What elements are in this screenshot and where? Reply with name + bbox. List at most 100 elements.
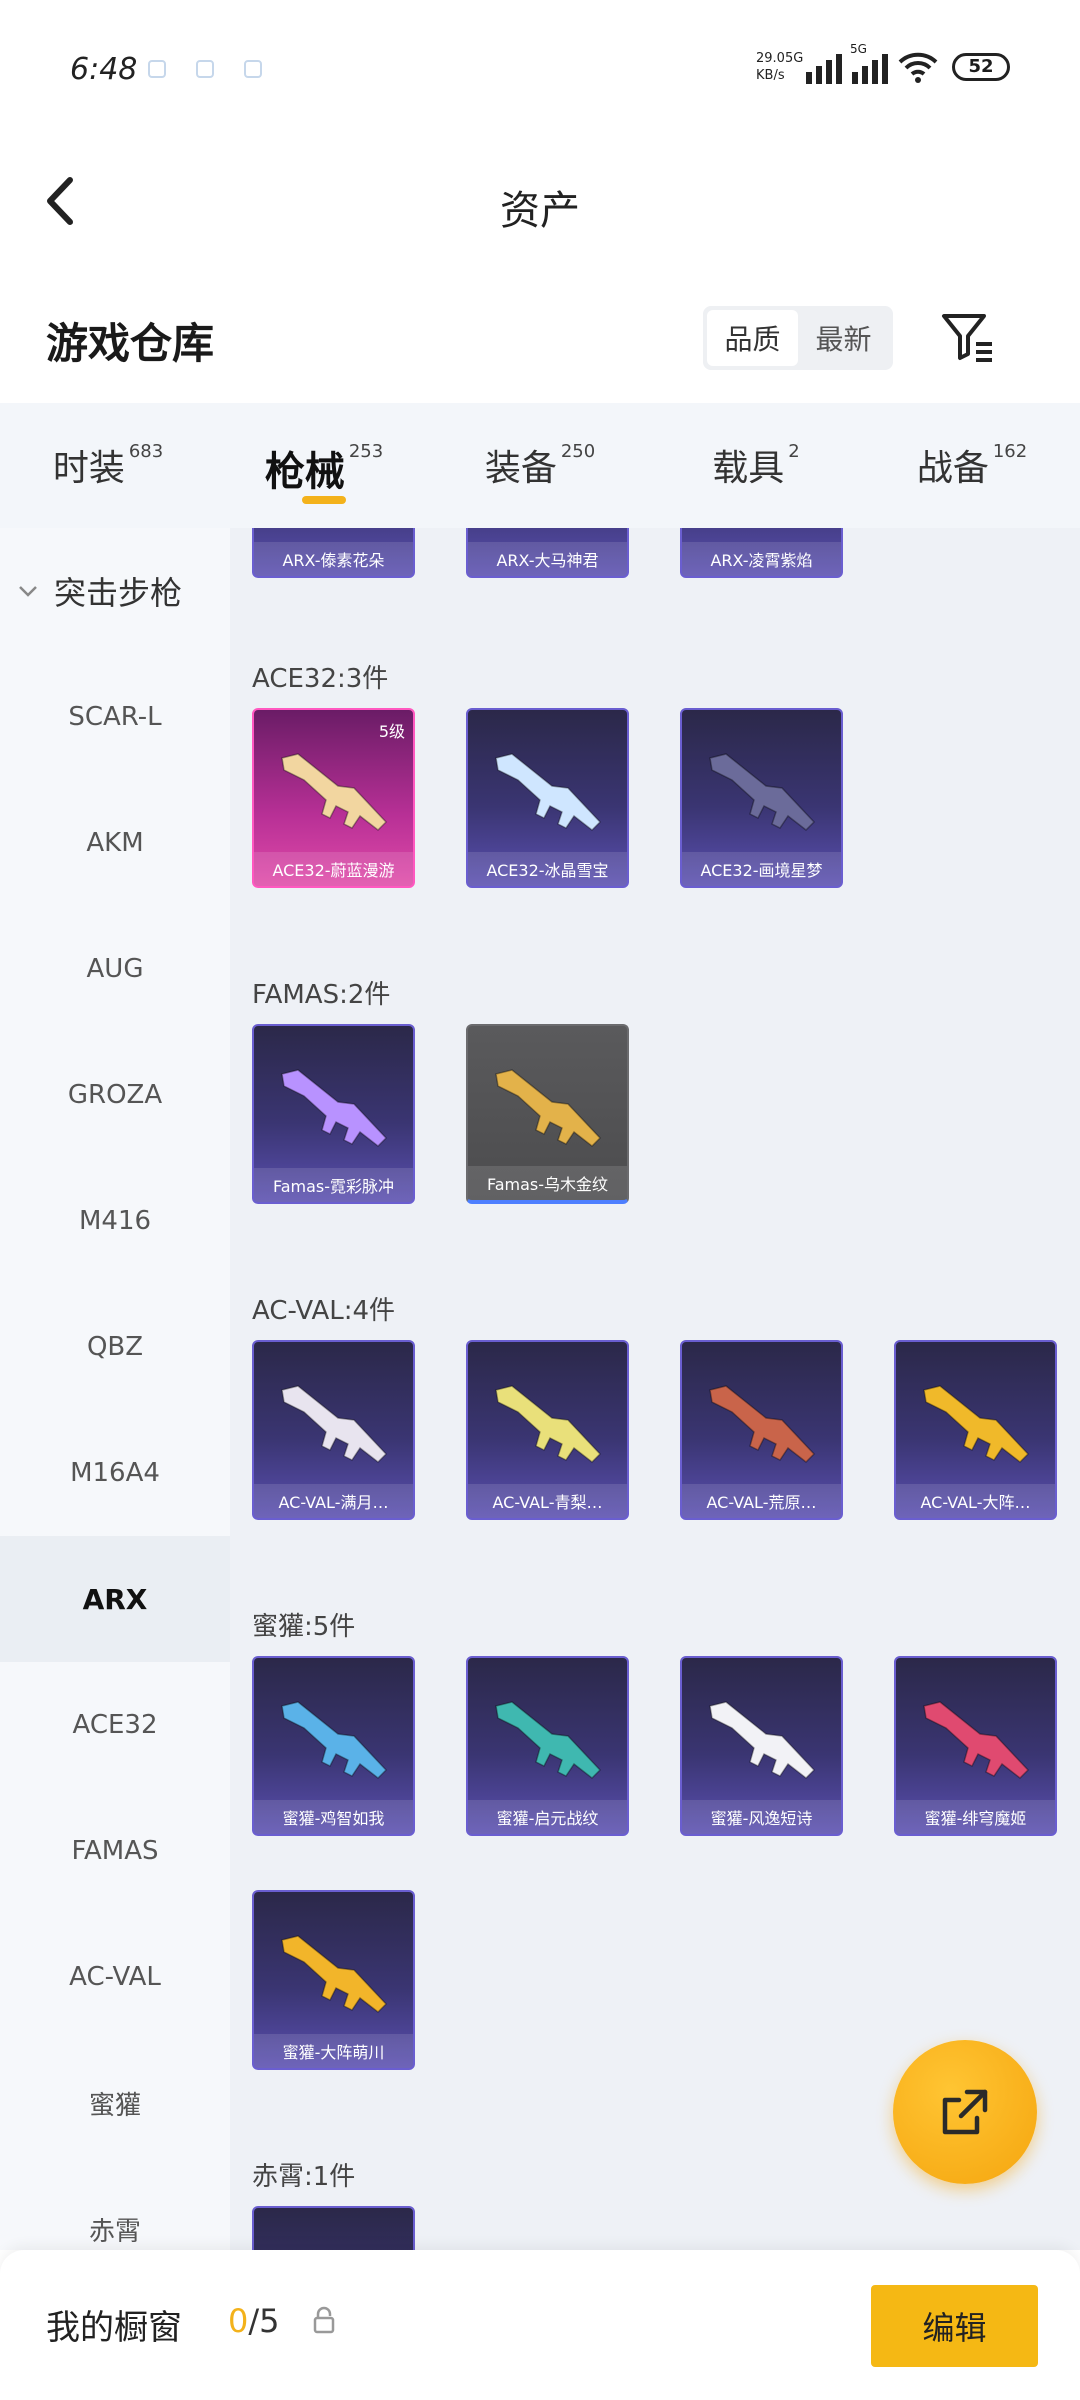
weapon-name: 蜜獾-风逸短诗 bbox=[682, 1800, 841, 1834]
weapon-card[interactable]: ACE32-画境星梦 bbox=[680, 708, 843, 888]
sort-newest[interactable]: 最新 bbox=[798, 310, 889, 366]
tab-vehicles[interactable]: 载具 2 bbox=[648, 403, 864, 528]
weapon-name: Famas-乌木金纹 bbox=[468, 1166, 627, 1200]
weapon-card[interactable]: ACE32-冰晶雪宝 bbox=[466, 708, 629, 888]
weapon-name: AC-VAL-青梨… bbox=[468, 1484, 627, 1518]
sidebar-item[interactable]: AUG bbox=[0, 906, 230, 1032]
weapon-card[interactable]: 赤霄-破白汐音 bbox=[252, 2206, 415, 2250]
bottom-bar: 我的橱窗 0/5 编辑 bbox=[0, 2250, 1080, 2400]
notification-icon bbox=[148, 60, 166, 78]
weapon-card[interactable]: 蜜獾-启元战纹 bbox=[466, 1656, 629, 1836]
status-indicators: 29.05G KB/s 5G 52 bbox=[756, 42, 1010, 84]
sidebar-item[interactable]: ARX bbox=[0, 1536, 230, 1662]
rifle-icon bbox=[709, 1701, 816, 1779]
weapon-card[interactable]: ARX-凌霄紫焰 bbox=[680, 528, 843, 578]
rifle-icon bbox=[488, 528, 612, 536]
rifle-icon bbox=[709, 1385, 816, 1463]
group-label: ACE32:3件 bbox=[252, 664, 389, 694]
weapon-card[interactable]: ARX-大马神君 bbox=[466, 528, 629, 578]
weapon-card[interactable]: AC-VAL-满月… bbox=[252, 1340, 415, 1520]
sidebar-item[interactable]: AKM bbox=[0, 780, 230, 906]
sidebar-item[interactable]: M416 bbox=[0, 1158, 230, 1284]
weapon-name: AC-VAL-满月… bbox=[254, 1484, 413, 1518]
page-title: 资产 bbox=[500, 188, 580, 234]
weapon-grid: ARX-傣素花朵 ARX-大马神君 ARX-凌霄紫焰 ACE32:3件 5级 ACE32-… bbox=[230, 528, 1080, 2250]
rifle-icon bbox=[495, 1701, 602, 1779]
tab-supplies[interactable]: 战备 162 bbox=[864, 403, 1080, 528]
weapon-card[interactable]: 蜜獾-鸡智如我 bbox=[252, 1656, 415, 1836]
rifle-icon bbox=[923, 1701, 1030, 1779]
sidebar-item[interactable]: GROZA bbox=[0, 1032, 230, 1158]
sidebar-group-assault-rifles[interactable]: 突击步枪 bbox=[0, 528, 230, 654]
rifle-icon bbox=[281, 753, 388, 831]
edit-button[interactable]: 编辑 bbox=[871, 2285, 1038, 2367]
rifle-icon bbox=[281, 1701, 388, 1779]
weapon-card[interactable]: Famas-霓彩脉冲 bbox=[252, 1024, 415, 1204]
notification-icon bbox=[196, 60, 214, 78]
signal-5g-icon: 5G bbox=[850, 42, 888, 84]
weapon-name: AC-VAL-大阵… bbox=[896, 1484, 1055, 1518]
category-tabs: 时装 683 枪械 253 装备 250 载具 2 战备 162 bbox=[0, 403, 1080, 528]
battery-icon: 52 bbox=[952, 53, 1010, 81]
status-time: 6:48 bbox=[70, 52, 138, 87]
rifle-icon bbox=[281, 1385, 388, 1463]
rifle-icon bbox=[281, 1935, 388, 2013]
weapon-name: Famas-霓彩脉冲 bbox=[254, 1168, 413, 1202]
weapon-name: 蜜獾-大阵萌川 bbox=[254, 2034, 413, 2068]
weapon-card[interactable]: 蜜獾-风逸短诗 bbox=[680, 1656, 843, 1836]
weapon-name: ARX-傣素花朵 bbox=[254, 542, 413, 576]
rifle-icon bbox=[495, 753, 602, 831]
signal-icon bbox=[806, 50, 842, 84]
showcase-count: 0/5 bbox=[228, 2302, 280, 2340]
sidebar-item[interactable]: SCAR-L bbox=[0, 654, 230, 780]
header: 资产 bbox=[0, 140, 1080, 260]
weapon-name: 蜜獾-绯穹魔姬 bbox=[896, 1800, 1055, 1834]
weapon-card[interactable]: Famas-乌木金纹 bbox=[466, 1024, 629, 1204]
tab-weapons[interactable]: 枪械 253 bbox=[216, 403, 432, 528]
weapon-name: AC-VAL-荒原… bbox=[682, 1484, 841, 1518]
weapon-name: 蜜獾-鸡智如我 bbox=[254, 1800, 413, 1834]
group-label: FAMAS:2件 bbox=[252, 980, 391, 1010]
group-label: AC-VAL:4件 bbox=[252, 1296, 396, 1326]
weapon-card[interactable]: AC-VAL-青梨… bbox=[466, 1340, 629, 1520]
sidebar-item[interactable]: ACE32 bbox=[0, 1662, 230, 1788]
weapon-name: ACE32-冰晶雪宝 bbox=[468, 852, 627, 886]
tab-equipment[interactable]: 装备 250 bbox=[432, 403, 648, 528]
weapon-card[interactable]: AC-VAL-大阵… bbox=[894, 1340, 1057, 1520]
weapon-name: ARX-凌霄紫焰 bbox=[682, 542, 841, 576]
weapon-card[interactable]: 蜜獾-绯穹魔姬 bbox=[894, 1656, 1057, 1836]
notification-icon bbox=[244, 60, 262, 78]
network-speed: 29.05G KB/s bbox=[756, 51, 804, 83]
share-button[interactable] bbox=[893, 2040, 1037, 2184]
weapon-card[interactable]: AC-VAL-荒原… bbox=[680, 1340, 843, 1520]
rifle-icon bbox=[923, 1385, 1030, 1463]
sidebar-item[interactable]: FAMAS bbox=[0, 1788, 230, 1914]
rifle-icon bbox=[274, 2234, 398, 2250]
weapon-name: ACE32-蔚蓝漫游 bbox=[254, 852, 413, 886]
rifle-icon bbox=[274, 528, 398, 536]
sidebar-item[interactable]: 蜜獾 bbox=[0, 2040, 230, 2166]
weapon-card[interactable]: 5级 ACE32-蔚蓝漫游 bbox=[252, 708, 415, 888]
weapon-level: 5级 bbox=[378, 722, 405, 741]
weapon-sidebar: 突击步枪 SCAR-L AKM AUG GROZA M416 QBZ M16A4 ARX ACE… bbox=[0, 528, 230, 2250]
rifle-icon bbox=[702, 528, 826, 536]
rifle-icon bbox=[281, 1069, 388, 1147]
showcase-label: 我的橱窗 bbox=[46, 2308, 182, 2348]
tab-active-indicator bbox=[302, 496, 346, 504]
share-icon bbox=[942, 2089, 988, 2135]
store-title: 游戏仓库 bbox=[46, 319, 215, 368]
rifle-icon bbox=[495, 1069, 602, 1147]
sidebar-item[interactable]: M16A4 bbox=[0, 1410, 230, 1536]
sidebar-item[interactable]: QBZ bbox=[0, 1284, 230, 1410]
filter-icon[interactable] bbox=[938, 308, 998, 368]
lock-icon bbox=[313, 2306, 335, 2334]
sidebar-item[interactable]: 赤霄 bbox=[0, 2166, 230, 2250]
sort-toggle: 品质 最新 bbox=[703, 306, 893, 370]
sort-quality[interactable]: 品质 bbox=[707, 310, 798, 366]
store-row: 游戏仓库 品质 最新 bbox=[0, 290, 1080, 390]
weapon-card[interactable]: ARX-傣素花朵 bbox=[252, 528, 415, 578]
weapon-name: 蜜獾-启元战纹 bbox=[468, 1800, 627, 1834]
tab-outfits[interactable]: 时装 683 bbox=[0, 403, 216, 528]
sidebar-item[interactable]: AC-VAL bbox=[0, 1914, 230, 2040]
weapon-card[interactable]: 蜜獾-大阵萌川 bbox=[252, 1890, 415, 2070]
